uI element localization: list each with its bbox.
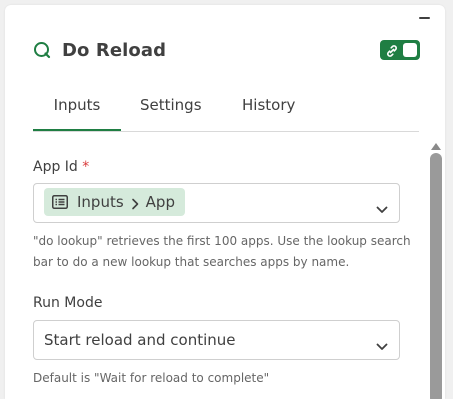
chevron-down-icon[interactable] [376,336,388,350]
input-reference-chip[interactable]: Inputs App [44,188,185,216]
minimize-button[interactable] [419,12,431,24]
list-icon [52,195,68,209]
chevron-right-icon [130,196,140,210]
link-icon [385,43,399,57]
app-id-select[interactable]: Inputs App [33,183,400,223]
scrollbar-thumb[interactable] [430,153,442,399]
page-title: Do Reload [62,39,167,61]
required-marker: * [82,159,90,175]
qlik-q-icon [33,41,51,59]
tab-bar: Inputs Settings History [33,88,419,132]
run-mode-value: Start reload and continue [44,331,236,349]
tab-history[interactable]: History [242,88,295,130]
chip-path-root: Inputs [77,193,124,211]
app-id-label-text: App Id [33,159,78,175]
scroll-up-arrow-icon[interactable] [430,136,442,150]
app-id-label: App Id * [33,159,89,175]
tab-inputs[interactable]: Inputs [33,88,121,131]
run-mode-label: Run Mode [33,295,103,311]
tab-label: Inputs [53,96,101,114]
app-id-help-text: "do lookup" retrieves the first 100 apps… [33,234,411,269]
run-mode-select[interactable]: Start reload and continue [33,320,400,360]
panel-header: Do Reload [33,38,166,62]
tab-label: History [242,96,296,114]
link-toggle[interactable] [380,40,420,60]
block-config-panel: Do Reload Inputs Settings History App Id… [5,5,445,399]
toggle-knob [403,43,417,57]
chip-path-leaf: App [145,193,175,211]
run-mode-help-text: Default is "Wait for reload to complete" [33,371,270,385]
tab-settings[interactable]: Settings [140,88,202,130]
chevron-down-icon[interactable] [376,199,388,213]
tab-label: Settings [140,96,202,114]
